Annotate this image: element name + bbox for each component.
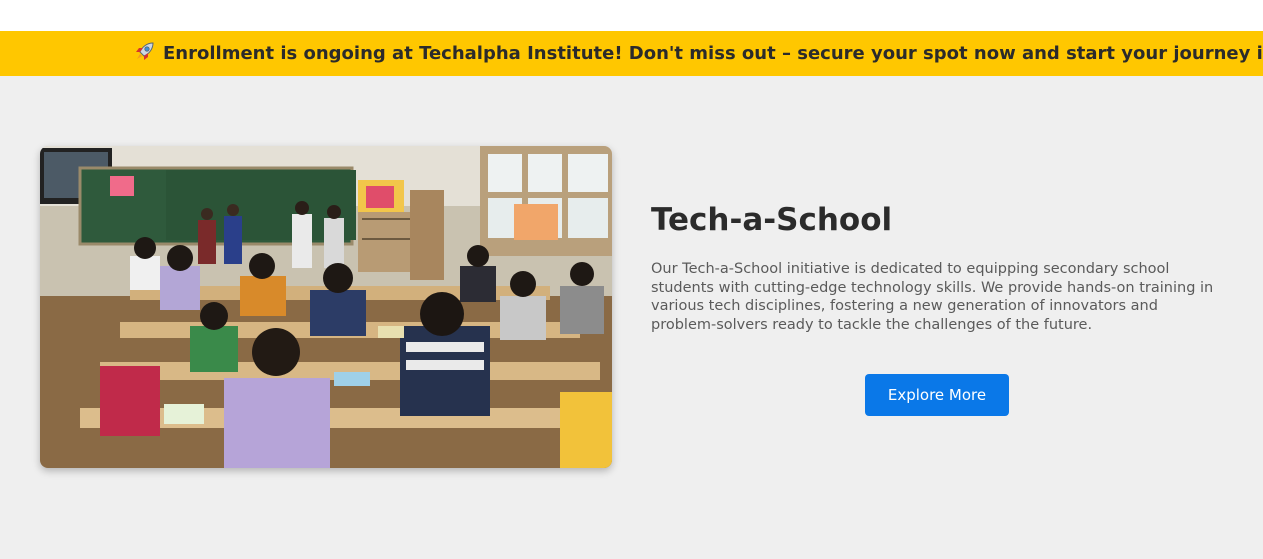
explore-more-button[interactable]: Explore More <box>865 374 1009 416</box>
classroom-photo <box>40 146 612 468</box>
feature-content: Tech-a-School Our Tech-a-School initiati… <box>651 202 1231 334</box>
top-header-bar <box>0 0 1263 31</box>
rocket-icon <box>133 35 157 60</box>
tech-a-school-section: Tech-a-School Our Tech-a-School initiati… <box>0 76 1263 559</box>
announcement-ticker: Enrollment is ongoing at Techalpha Insti… <box>0 31 1263 76</box>
ticker-content: Enrollment is ongoing at Techalpha Insti… <box>133 31 1263 76</box>
feature-title: Tech-a-School <box>651 202 893 238</box>
ticker-text: Enrollment is ongoing at Techalpha Insti… <box>163 43 1263 64</box>
feature-description: Our Tech-a-School initiative is dedicate… <box>651 261 1214 333</box>
